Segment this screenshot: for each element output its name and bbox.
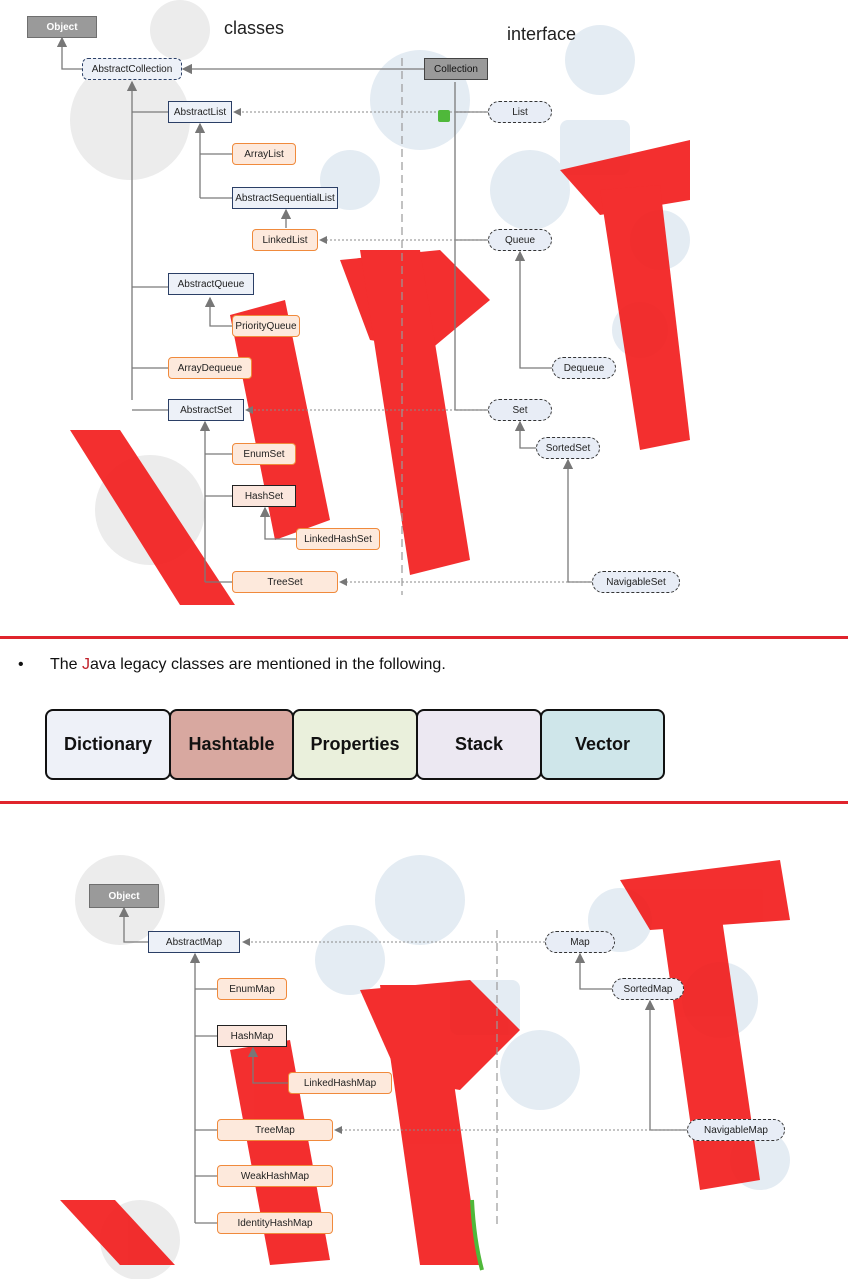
hash-map-node: HashMap [217,1025,287,1047]
map-interface-node: Map [545,931,615,953]
linked-hash-map-node: LinkedHashMap [288,1072,392,1094]
map-diagram-edges [118,906,687,1271]
navigable-map-interface-node: NavigableMap [687,1119,785,1141]
weak-hash-map-node: WeakHashMap [217,1165,333,1187]
map-object-node: Object [89,884,159,908]
identity-hash-map-node: IdentityHashMap [217,1212,333,1234]
sorted-map-interface-node: SortedMap [612,978,684,1000]
abstract-map-node: AbstractMap [148,931,240,953]
tree-map-node: TreeMap [217,1119,333,1141]
enum-map-node: EnumMap [217,978,287,1000]
